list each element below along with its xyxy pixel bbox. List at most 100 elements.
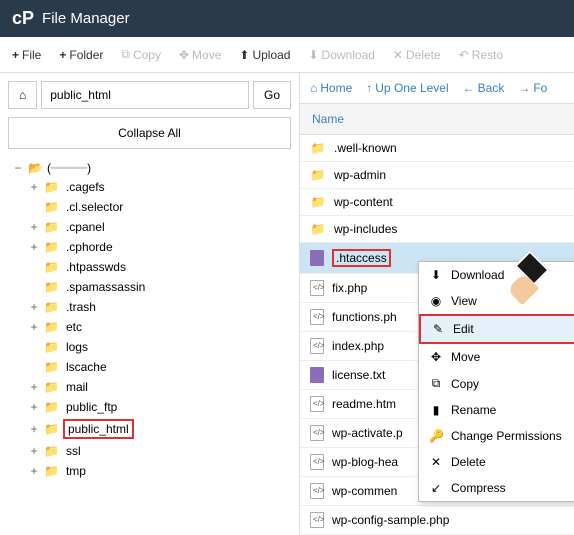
collapse-all-button[interactable]: Collapse All	[8, 117, 291, 149]
new-file-button[interactable]: +File	[4, 43, 49, 66]
tree-label: etc	[63, 319, 85, 335]
file-row[interactable]: 📁.well-known	[300, 135, 574, 162]
tree-item[interactable]: +📁.trash	[12, 297, 291, 317]
tree-item[interactable]: +📁public_ftp	[12, 397, 291, 417]
tree-item[interactable]: +📁.cpanel	[12, 217, 291, 237]
right-panel: ⌂Home ↑Up One Level ←Back →Fo Name 📁.wel…	[300, 73, 574, 535]
delete-button[interactable]: ✕Delete	[385, 43, 449, 66]
expand-icon[interactable]: +	[28, 444, 40, 458]
file-name: .htaccess	[332, 249, 391, 267]
x-icon: ✕	[429, 455, 443, 469]
file-icon: </>	[310, 396, 324, 412]
file-name: wp-config-sample.php	[332, 513, 449, 527]
path-input[interactable]	[41, 81, 249, 109]
cm-download[interactable]: ⬇Download	[419, 262, 574, 288]
expand-icon[interactable]: +	[28, 320, 40, 334]
tree-item[interactable]: +📁ssl	[12, 441, 291, 461]
expand-icon[interactable]: +	[28, 240, 40, 254]
tree-item[interactable]: +📁.cphorde	[12, 237, 291, 257]
upload-button[interactable]: ⬆Upload	[231, 43, 298, 66]
move-icon: ✥	[179, 48, 189, 62]
go-button[interactable]: Go	[253, 81, 291, 109]
path-bar: ⌂ Go	[8, 81, 291, 109]
file-icon	[310, 367, 324, 383]
folder-icon: 📁	[44, 200, 59, 214]
new-folder-button[interactable]: +Folder	[51, 43, 111, 66]
collapse-icon[interactable]: −	[12, 161, 24, 175]
tree-item[interactable]: + 📁 public_html	[12, 417, 291, 441]
nav-home[interactable]: ⌂Home	[310, 81, 352, 95]
nav-up[interactable]: ↑Up One Level	[366, 81, 448, 95]
expand-icon[interactable]: +	[28, 220, 40, 234]
expand-icon[interactable]: +	[28, 400, 40, 414]
restore-button[interactable]: ↶Resto	[451, 43, 511, 66]
copy-button[interactable]: ⧉Copy	[113, 43, 169, 66]
tree-label: lscache	[63, 359, 110, 375]
right-nav: ⌂Home ↑Up One Level ←Back →Fo	[300, 73, 574, 104]
tree-root[interactable]: − 📂 (━━━━━)	[12, 159, 291, 177]
expand-icon[interactable]: +	[28, 300, 40, 314]
home-button[interactable]: ⌂	[8, 81, 37, 109]
delete-icon: ✕	[393, 48, 403, 62]
tree-item[interactable]: 📁.htpasswds	[12, 257, 291, 277]
cm-permissions[interactable]: 🔑Change Permissions	[419, 423, 574, 449]
expand-icon[interactable]: +	[28, 380, 40, 394]
nav-back[interactable]: ←Back	[463, 81, 505, 95]
move-button[interactable]: ✥Move	[171, 43, 229, 66]
tree-item[interactable]: 📁lscache	[12, 357, 291, 377]
download-button[interactable]: ⬇Download	[300, 43, 382, 66]
nav-forward[interactable]: →Fo	[518, 81, 547, 95]
pencil-icon: ✎	[431, 322, 445, 336]
home-icon: ⌂	[19, 88, 26, 102]
upload-icon: ⬆	[239, 48, 249, 62]
folder-icon: 📁	[44, 422, 59, 436]
column-name[interactable]: Name	[300, 104, 574, 135]
file-name: wp-admin	[334, 168, 386, 182]
up-icon: ↑	[366, 81, 372, 95]
tree-label: .htpasswds	[63, 259, 129, 275]
tree-label: .cphorde	[63, 239, 116, 255]
cm-move[interactable]: ✥Move	[419, 344, 574, 370]
expand-icon[interactable]: +	[28, 464, 40, 478]
forward-icon: →	[518, 81, 530, 95]
tree-item[interactable]: + 📁 etc	[12, 317, 291, 337]
file-row[interactable]: </> wp-config-sample.php	[300, 506, 574, 535]
tree-item[interactable]: 📁 .cl.selector	[12, 197, 291, 217]
file-name: .well-known	[334, 141, 397, 155]
tree-item[interactable]: 📁logs	[12, 337, 291, 357]
file-icon: </>	[310, 309, 324, 325]
cpanel-logo: cP	[12, 8, 34, 29]
folder-icon: 📁	[44, 320, 59, 334]
file-row[interactable]: 📁wp-admin	[300, 162, 574, 189]
file-name: license.txt	[332, 368, 385, 382]
cm-rename[interactable]: ▮Rename	[419, 397, 574, 423]
download-icon: ⬇	[429, 268, 443, 282]
tree-item[interactable]: +📁.cagefs	[12, 177, 291, 197]
cm-copy[interactable]: ⧉Copy	[419, 370, 574, 397]
folder-icon: 📁	[44, 280, 59, 294]
tree-item[interactable]: +📁tmp	[12, 461, 291, 481]
expand-icon[interactable]: +	[28, 180, 40, 194]
file-name: wp-activate.p	[332, 426, 403, 440]
file-icon: </>	[310, 512, 324, 528]
cm-compress[interactable]: ↙Compress	[419, 475, 574, 501]
file-row[interactable]: 📁wp-content	[300, 189, 574, 216]
file-icon: </>	[310, 338, 324, 354]
tree-label: .cagefs	[63, 179, 108, 195]
file-row[interactable]: 📁wp-includes	[300, 216, 574, 243]
folder-icon: 📁	[44, 464, 59, 478]
file-name: functions.ph	[332, 310, 397, 324]
main-area: ⌂ Go Collapse All − 📂 (━━━━━) +📁.cagefs📁…	[0, 73, 574, 535]
tree-label: public_html	[63, 419, 134, 439]
folder-open-icon: 📂	[28, 161, 43, 175]
folder-icon: 📁	[44, 300, 59, 314]
folder-icon: 📁	[310, 222, 326, 236]
tree-label: .cl.selector	[63, 199, 126, 215]
cm-edit[interactable]: ✎Edit	[419, 314, 574, 344]
tree-item[interactable]: +📁mail	[12, 377, 291, 397]
cm-view[interactable]: ◉View	[419, 288, 574, 314]
tree-item[interactable]: 📁.spamassassin	[12, 277, 291, 297]
expand-icon[interactable]: +	[28, 422, 40, 436]
restore-icon: ↶	[459, 48, 469, 62]
cm-delete[interactable]: ✕Delete	[419, 449, 574, 475]
